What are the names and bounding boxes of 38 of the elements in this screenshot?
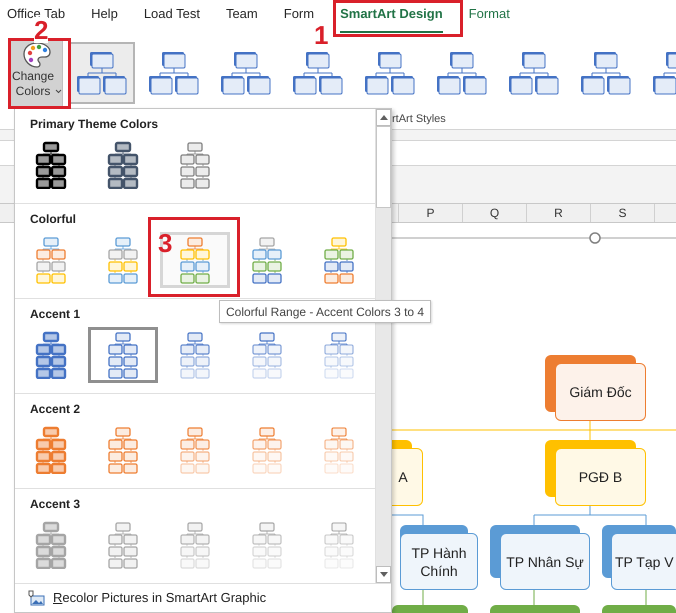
section-heading: Primary Theme Colors: [29, 116, 158, 132]
annotation-number: 1: [314, 22, 328, 48]
annotation-number: 2: [34, 17, 48, 43]
selection-frame-drawing[interactable]: [392, 232, 676, 244]
org-chart-node[interactable]: TP Hành Chính: [400, 533, 478, 590]
color-option[interactable]: [88, 327, 158, 383]
section-heading: Accent 2: [29, 401, 80, 417]
org-chart-node[interactable]: Giám Đốc: [555, 363, 646, 421]
org-chart-node[interactable]: PGĐ B: [555, 448, 646, 506]
scroll-up-icon: [380, 115, 388, 120]
scroll-down-button[interactable]: [376, 566, 391, 583]
section-heading: Accent 1: [29, 306, 80, 322]
org-chart-node[interactable]: TP Tạp V: [611, 533, 676, 590]
org-chart-node[interactable]: TP Nhân Sự: [500, 533, 590, 590]
ribbon-tab[interactable]: Team: [226, 2, 258, 33]
scroll-up-button[interactable]: [376, 109, 391, 126]
tooltip: Colorful Range - Accent Colors 3 to 4: [219, 300, 432, 323]
annotation-frame: [8, 38, 71, 109]
annotation-number: 3: [158, 230, 172, 256]
caret-icon: [55, 88, 62, 94]
section-heading: Accent 3: [29, 496, 80, 512]
scroll-down-icon: [380, 572, 388, 577]
ribbon-tab[interactable]: Form: [284, 2, 314, 33]
change-colors-label: Change Colors: [11, 68, 55, 98]
picture-brush-icon: [27, 590, 45, 606]
palette-icon: [22, 40, 52, 68]
ribbon-tab[interactable]: Help: [91, 2, 118, 33]
ribbon-tab[interactable]: Format: [468, 2, 510, 33]
column-header[interactable]: R: [526, 204, 590, 222]
scrollbar-thumb[interactable]: [376, 126, 391, 208]
ribbon-tab[interactable]: Load Test: [144, 2, 200, 33]
column-header[interactable]: S: [590, 204, 654, 222]
group-label: rtArt Styles: [392, 112, 446, 127]
smartart-style-option[interactable]: [69, 42, 135, 104]
column-header[interactable]: P: [398, 204, 462, 222]
column-header[interactable]: Q: [462, 204, 526, 222]
section-heading: Colorful: [29, 211, 76, 227]
recolor-pictures-menu-item[interactable]: Recolor Pictures in SmartArt Graphic: [15, 583, 391, 612]
